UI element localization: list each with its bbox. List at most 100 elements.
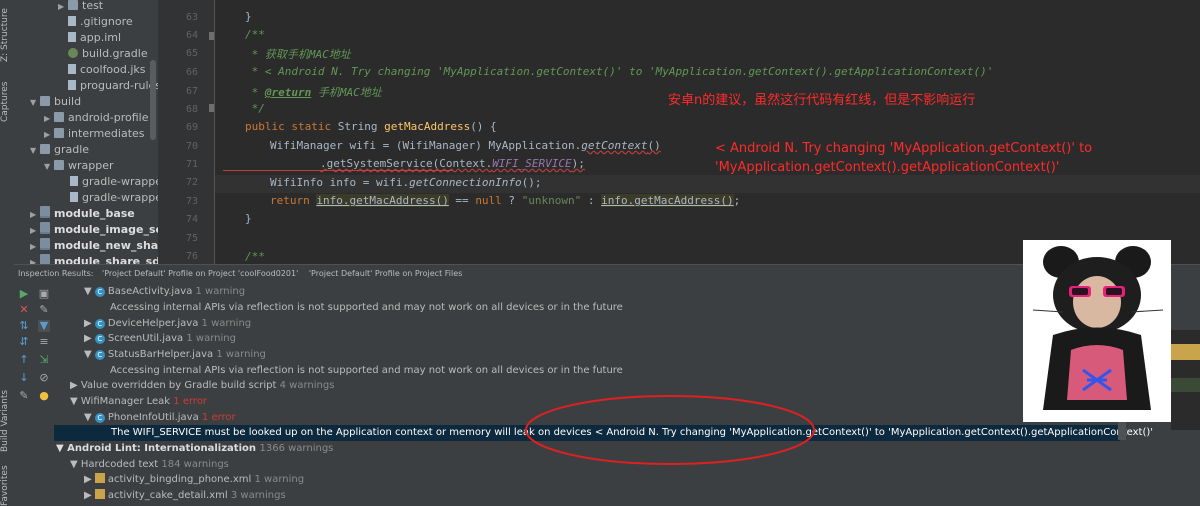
settings-icon[interactable]: ✎: [38, 304, 50, 316]
tree-item-coolfood-jks[interactable]: coolfood.jks: [68, 62, 146, 78]
tree-item-app-iml[interactable]: app.iml: [68, 30, 121, 46]
folder-icon: [40, 96, 50, 106]
result-description[interactable]: Accessing internal APIs via reflection i…: [110, 300, 623, 316]
tree-item-gradle-wrapper-props[interactable]: gradle-wrapper.p: [70, 190, 158, 206]
result-file-phoneinfoutil[interactable]: ▼ C PhoneInfoUtil.java 1 error: [84, 410, 236, 426]
fold-marker-icon[interactable]: [209, 104, 214, 112]
java-class-icon: C: [94, 287, 105, 297]
tree-item-test[interactable]: ▶ test: [58, 0, 103, 14]
code-line-72: WifiInfo info = wifi.getConnectionInfo()…: [270, 176, 542, 189]
tree-item-module-image-selector[interactable]: ▶module_image_selecte: [30, 222, 158, 238]
highlight-ellipse: [525, 395, 815, 465]
autoscroll-icon[interactable]: ⇲: [38, 354, 50, 366]
module-folder-icon: [40, 206, 50, 218]
line-number: 66: [185, 67, 198, 78]
fold-marker-icon[interactable]: [209, 32, 214, 40]
line-number: 67: [185, 86, 198, 97]
filter-icon[interactable]: ▼: [38, 320, 50, 332]
meme-sticker-image: [1023, 240, 1171, 422]
file-icon: [70, 192, 78, 202]
java-class-icon: C: [94, 334, 105, 344]
result-group-wifimanager-leak[interactable]: ▼ WifiManager Leak 1 error: [70, 394, 207, 410]
xml-file-icon: [94, 489, 105, 499]
next-problem-icon[interactable]: ↓: [18, 372, 30, 384]
code-line-69: public static String getMacAddress() {: [245, 120, 497, 133]
tree-item-proguard[interactable]: proguard-rules.pro: [68, 78, 158, 94]
line-number: 71: [185, 159, 198, 170]
prev-problem-icon[interactable]: ↑: [18, 354, 30, 366]
result-file-bingding-phone[interactable]: ▶ activity_bingding_phone.xml 1 warning: [84, 472, 304, 488]
tree-item-wrapper[interactable]: ▼ wrapper: [44, 158, 114, 174]
file-icon: [68, 64, 76, 74]
tree-item-module-new-share[interactable]: ▶module_new_share_sc: [30, 238, 158, 254]
tree-item-build-gradle[interactable]: build.gradle: [68, 46, 148, 62]
tree-item-gradle-wrapper-jar[interactable]: gradle-wrapper.j: [70, 174, 158, 190]
folder-icon: [54, 160, 64, 170]
editor-gutter: 63 64 65 66 67 68 69 70 71 72 73 74 75 7…: [158, 0, 215, 264]
left-tool-stripe: Z: Structure Captures Build Variants Fav…: [0, 0, 15, 506]
result-file-screenutil[interactable]: ▶ C ScreenUtil.java 1 warning: [84, 331, 236, 347]
tab-project-default-files[interactable]: 'Project Default' Profile on Project Fil…: [309, 269, 462, 278]
rerun-icon[interactable]: ▶: [18, 288, 30, 300]
structure-tab[interactable]: Z: Structure: [0, 2, 14, 62]
code-line-65: * 获取手机MAC地址: [245, 48, 351, 61]
code-line-70: WifiManager wifi = (WifiManager) MyAppli…: [270, 139, 661, 152]
suppress-icon[interactable]: ⊘: [38, 372, 50, 384]
result-description[interactable]: Accessing internal APIs via reflection i…: [110, 363, 623, 379]
line-number: 75: [185, 233, 198, 244]
line-number: 64: [185, 30, 198, 41]
result-group-internationalization[interactable]: ▼ Android Lint: Internationalization 136…: [56, 441, 333, 457]
result-file-baseactivity[interactable]: ▼ C BaseActivity.java 1 warning: [84, 284, 245, 300]
tree-item-gitignore[interactable]: .gitignore: [68, 14, 133, 30]
result-group-value-overridden[interactable]: ▶ Value overridden by Gradle build scrip…: [70, 378, 334, 394]
edit-settings-icon[interactable]: ✎: [18, 390, 30, 402]
line-number: 68: [185, 104, 198, 115]
file-icon: [68, 80, 76, 90]
panda-meme-illustration: [1032, 246, 1164, 410]
tree-item-intermediates[interactable]: ▶ intermediates: [44, 126, 145, 142]
xml-file-icon: [94, 473, 105, 483]
tab-project-default-coolfood[interactable]: 'Project Default' Profile on Project 'co…: [102, 269, 298, 278]
captures-tab[interactable]: Captures: [0, 72, 14, 122]
code-line-63: }: [245, 10, 252, 23]
group-icon[interactable]: ≡: [38, 336, 50, 348]
tree-item-module-share-sdk[interactable]: ▶ module_share_sdk: [30, 254, 158, 264]
line-number: 63: [185, 12, 198, 23]
code-line-71: .getSystemService(Context.WIFI_SERVICE);: [320, 157, 585, 170]
build-variants-tab[interactable]: Build Variants: [0, 390, 14, 452]
collapse-all-icon[interactable]: ⇵: [18, 336, 30, 348]
folder-icon: [68, 0, 78, 10]
code-line-76: /**: [245, 250, 265, 263]
gradle-icon: [68, 48, 78, 58]
expand-all-icon[interactable]: ⇅: [18, 320, 30, 332]
tree-item-module-base[interactable]: ▶ module_base: [30, 206, 135, 222]
file-icon: [70, 176, 78, 186]
inspection-title: Inspection Results:: [18, 269, 94, 278]
favorites-tab[interactable]: Favorites: [0, 465, 14, 506]
line-number: 73: [185, 196, 198, 207]
error-underline: [223, 170, 453, 171]
code-line-67: * @return 手机MAC地址: [245, 86, 382, 99]
tree-item-android-profile[interactable]: ▶ android-profile: [44, 110, 148, 126]
tree-item-gradle[interactable]: ▼ gradle: [30, 142, 89, 158]
code-line-73: return info.getMacAddress() == null ? "u…: [270, 194, 741, 207]
code-line-64: /**: [245, 28, 265, 41]
bulb-icon[interactable]: ●: [38, 390, 50, 402]
right-side-panel: [1171, 330, 1200, 430]
module-folder-icon: [40, 238, 50, 250]
code-editor[interactable]: } /** * 获取手机MAC地址 * < Android N. Try cha…: [215, 0, 1200, 264]
tree-item-build[interactable]: ▼ build: [30, 94, 81, 110]
line-number: 76: [185, 251, 198, 262]
result-group-hardcoded-text[interactable]: ▼ Hardcoded text 184 warnings: [70, 457, 229, 473]
project-tree-scrollbar[interactable]: [150, 60, 156, 140]
result-file-devicehelper[interactable]: ▶ C DeviceHelper.java 1 warning: [84, 316, 251, 332]
result-file-statusbarhelper[interactable]: ▼ C StatusBarHelper.java 1 warning: [84, 347, 266, 363]
folder-icon: [54, 112, 64, 122]
panel-highlight: [1171, 344, 1200, 360]
result-file-cake-detail[interactable]: ▶ activity_cake_detail.xml 3 warnings: [84, 488, 286, 504]
line-number: 65: [185, 48, 198, 59]
export-icon[interactable]: ▣: [38, 288, 50, 300]
module-folder-icon: [40, 222, 50, 234]
file-icon: [68, 16, 76, 26]
close-icon[interactable]: ✕: [18, 304, 30, 316]
